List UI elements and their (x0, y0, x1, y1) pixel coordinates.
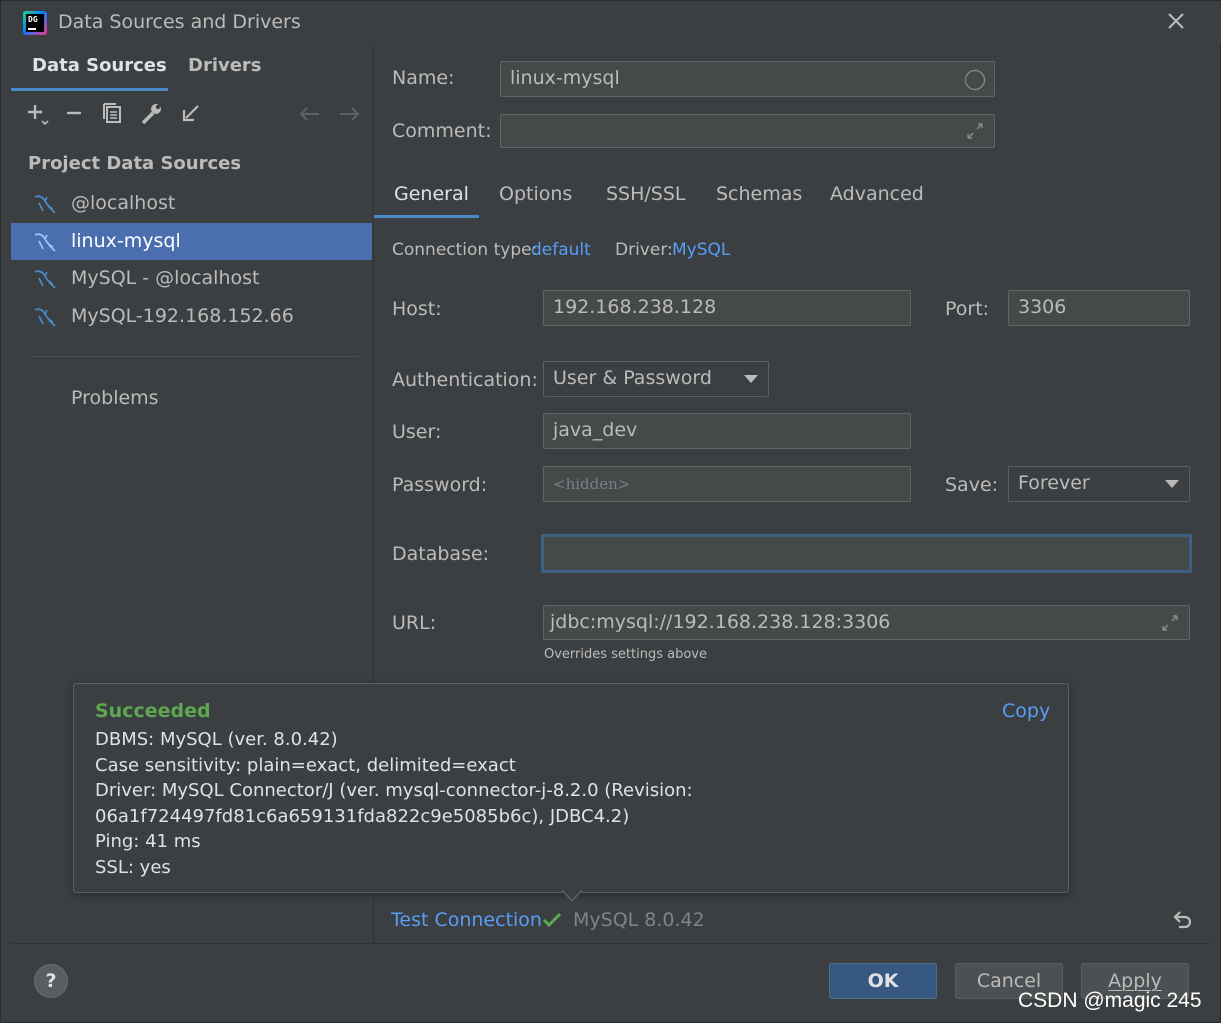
authentication-dropdown[interactable]: User & Password (543, 361, 769, 397)
save-dropdown[interactable]: Forever (1008, 466, 1190, 502)
general-tab-underline (374, 215, 479, 218)
datasource-label: MySQL - @localhost (71, 267, 260, 289)
user-field[interactable]: java_dev (543, 413, 911, 449)
database-label: Database: (392, 543, 490, 565)
title-bar: DG Data Sources and Drivers (1, 1, 1221, 45)
back-arrow-icon[interactable] (297, 101, 323, 127)
problems-item[interactable]: Problems (71, 387, 159, 409)
close-icon[interactable] (1165, 10, 1187, 32)
password-label: Password: (392, 474, 488, 496)
url-field[interactable]: jdbc:mysql://192.168.238.128:3306 (543, 605, 1190, 640)
mysql-dolphin-icon (33, 306, 57, 328)
test-connection-popup: Succeeded Copy DBMS: MySQL (ver. 8.0.42)… (73, 683, 1069, 893)
duplicate-icon[interactable] (100, 101, 126, 127)
popup-pointer-fill (562, 889, 582, 900)
detail-line: 06a1f724497fd81c6a659131fda822c9e5085b6c… (95, 805, 630, 827)
driver-link[interactable]: MySQL (672, 240, 730, 260)
datasource-item-selected[interactable]: linux-mysql (11, 223, 372, 260)
tab-schemas[interactable]: Schemas (716, 183, 802, 205)
comment-field[interactable] (500, 114, 995, 148)
connection-tabs: General Options SSH/SSL Schemas Advanced (374, 173, 1212, 219)
mysql-dolphin-icon (33, 268, 57, 290)
port-field[interactable]: 3306 (1008, 290, 1190, 326)
user-label: User: (392, 421, 442, 443)
datasource-item[interactable]: MySQL - @localhost (11, 260, 372, 297)
tab-general[interactable]: General (394, 183, 469, 205)
project-data-sources-heading: Project Data Sources (28, 153, 242, 174)
expand-icon[interactable] (966, 122, 984, 140)
add-icon[interactable] (24, 101, 50, 127)
left-tabs: Data Sources Drivers (11, 45, 372, 91)
connection-type-label: Connection type: (392, 240, 538, 260)
url-label: URL: (392, 612, 437, 634)
connection-details: DBMS: MySQL (ver. 8.0.42) Case sensitivi… (95, 727, 735, 880)
divider (11, 943, 1211, 944)
expand-icon[interactable] (1161, 614, 1179, 632)
tab-underline (11, 88, 168, 91)
tab-options[interactable]: Options (499, 183, 572, 205)
datasource-item[interactable]: MySQL-192.168.152.66 (11, 298, 372, 335)
detail-line: Ping: 41 ms (95, 831, 201, 852)
chevron-down-icon (1165, 480, 1179, 488)
help-button[interactable]: ? (34, 964, 68, 998)
url-hint: Overrides settings above (544, 647, 707, 662)
save-label: Save: (945, 474, 999, 496)
chevron-down-icon (744, 375, 758, 383)
divider (29, 356, 359, 357)
tab-data-sources[interactable]: Data Sources (32, 55, 167, 76)
host-label: Host: (392, 298, 442, 320)
ok-button[interactable]: OK (829, 963, 937, 999)
left-toolbar (11, 101, 372, 135)
detail-line: DBMS: MySQL (ver. 8.0.42) (95, 729, 338, 750)
detail-line: Driver: MySQL Connector/J (ver. mysql-co… (95, 780, 693, 801)
mysql-dolphin-icon (33, 231, 57, 253)
revert-icon[interactable] (1171, 909, 1193, 931)
datagrip-logo-icon: DG (23, 11, 47, 35)
check-icon (542, 912, 562, 928)
wrench-icon[interactable] (139, 101, 165, 127)
authentication-label: Authentication: (392, 369, 538, 391)
tab-advanced[interactable]: Advanced (830, 183, 924, 205)
dialog-window: DG Data Sources and Drivers Data Sources… (0, 0, 1221, 1023)
window-title: Data Sources and Drivers (58, 11, 301, 33)
status-succeeded: Succeeded (95, 700, 211, 722)
color-circle-icon[interactable] (964, 69, 986, 91)
mysql-dolphin-icon (33, 193, 57, 215)
forward-arrow-icon[interactable] (336, 101, 362, 127)
test-result: MySQL 8.0.42 (573, 909, 705, 931)
connection-type-link[interactable]: default (531, 240, 591, 260)
remove-icon[interactable] (62, 101, 88, 127)
comment-label: Comment: (392, 120, 492, 142)
watermark: CSDN @magic 245 (1018, 989, 1202, 1012)
datasource-label: linux-mysql (71, 230, 181, 252)
datasource-item[interactable]: @localhost (11, 185, 372, 222)
name-field[interactable]: linux-mysql (500, 61, 995, 97)
detail-line: SSL: yes (95, 856, 171, 878)
datasource-label: MySQL-192.168.152.66 (71, 305, 294, 327)
password-field[interactable]: <hidden> (543, 466, 911, 502)
detail-line: Case sensitivity: plain=exact, delimited… (95, 754, 516, 776)
import-icon[interactable] (178, 101, 204, 127)
test-connection-link[interactable]: Test Connection (391, 909, 542, 931)
host-field[interactable]: 192.168.238.128 (543, 290, 911, 326)
port-label: Port: (945, 298, 990, 320)
datasource-label: @localhost (71, 192, 176, 214)
name-label: Name: (392, 67, 455, 89)
tab-drivers[interactable]: Drivers (188, 55, 262, 76)
tab-ssh-ssl[interactable]: SSH/SSL (606, 183, 686, 205)
database-field[interactable] (541, 534, 1192, 573)
copy-link[interactable]: Copy (1002, 700, 1050, 722)
driver-label: Driver: (615, 240, 673, 260)
